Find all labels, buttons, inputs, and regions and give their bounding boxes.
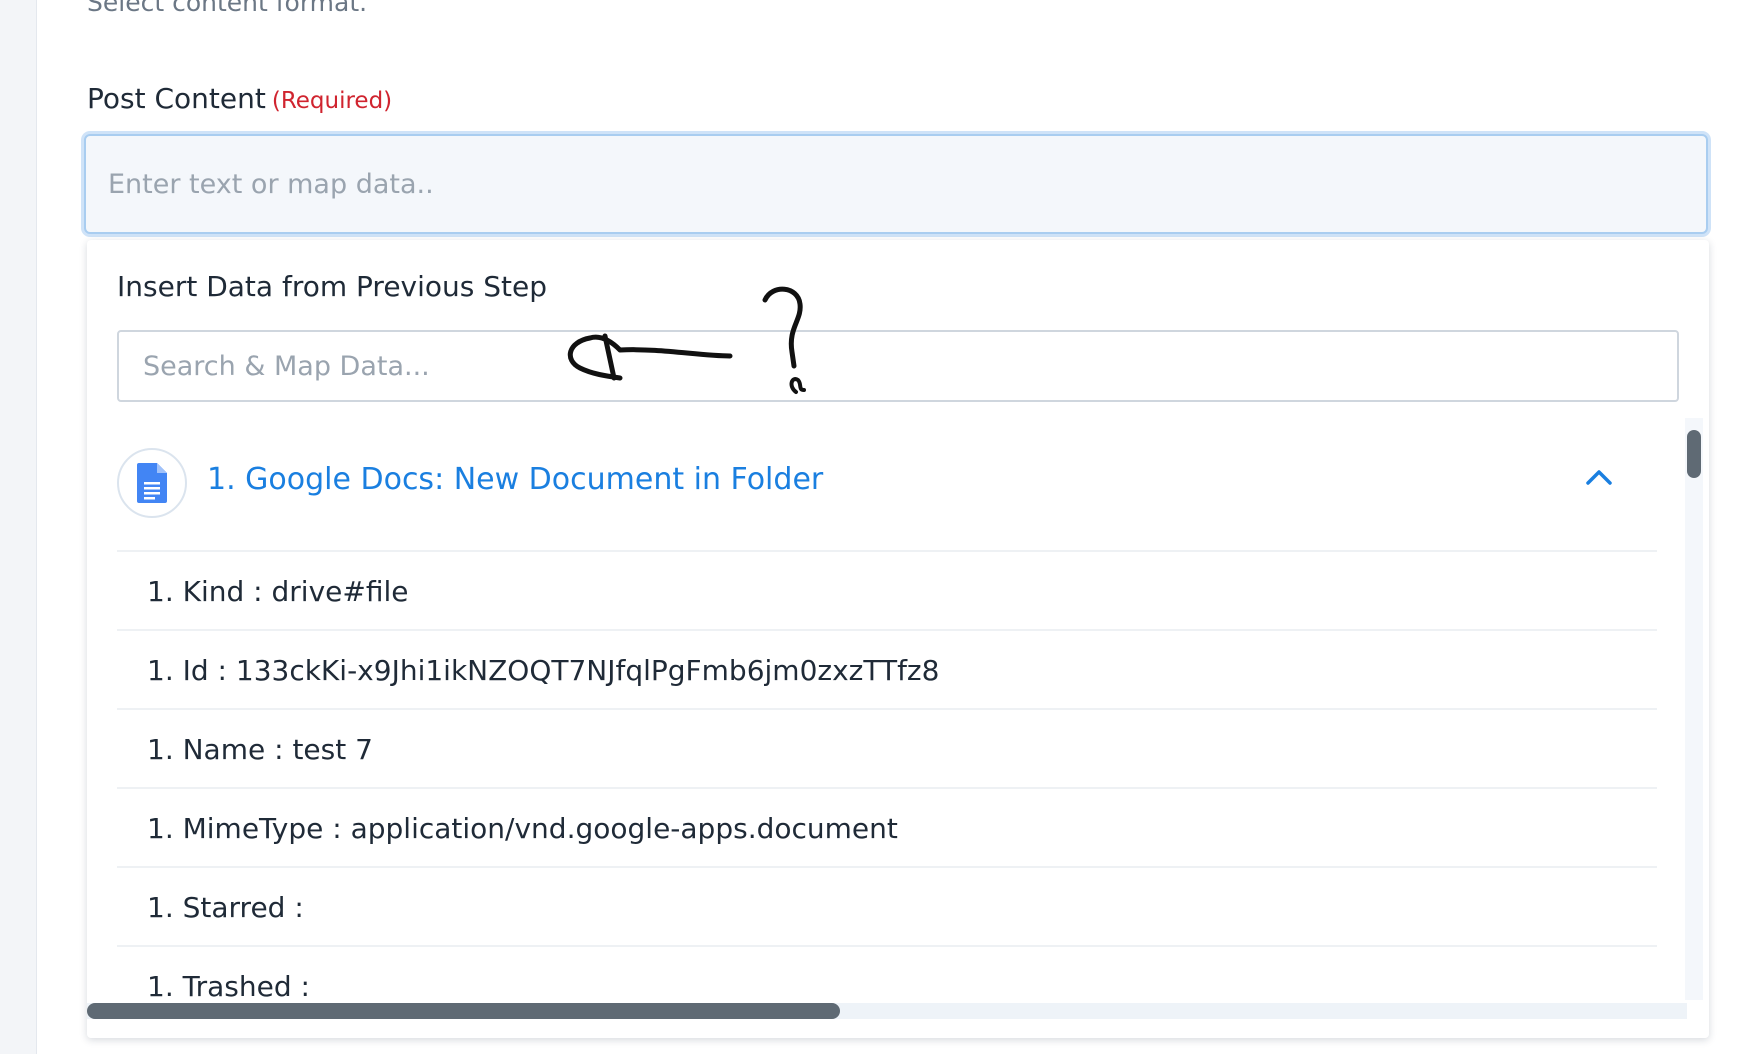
horizontal-scrollbar-thumb[interactable]: [87, 1003, 840, 1019]
required-indicator: (Required): [271, 88, 393, 114]
data-field-item[interactable]: 1. MimeType : application/vnd.google-app…: [117, 789, 1657, 868]
post-content-label: Post Content (Required): [87, 82, 392, 115]
data-list-scroll-area: 1. Google Docs: New Document in Folder 1…: [117, 418, 1657, 1000]
data-field-item[interactable]: 1. Id : 133ckKi-x9Jhi1ikNZOQT7NJfqlPgFmb…: [117, 631, 1657, 710]
left-rail: [0, 0, 37, 1054]
post-content-input[interactable]: [84, 134, 1708, 234]
insert-data-dropdown: Insert Data from Previous Step 1. Google…: [87, 240, 1709, 1038]
data-field-list: 1. Kind : drive#file 1. Id : 133ckKi-x9J…: [117, 552, 1657, 1000]
data-group-header[interactable]: 1. Google Docs: New Document in Folder: [117, 418, 1657, 552]
page: Select content format. Post Content (Requ…: [0, 0, 1752, 1054]
google-docs-icon: [117, 448, 187, 518]
data-field-item[interactable]: 1. Starred :: [117, 868, 1657, 947]
vertical-scrollbar[interactable]: [1685, 418, 1703, 1000]
map-data-search-input[interactable]: [117, 330, 1679, 402]
insert-data-title: Insert Data from Previous Step: [117, 270, 548, 303]
data-field-item[interactable]: 1. Kind : drive#file: [117, 552, 1657, 631]
horizontal-scrollbar[interactable]: [87, 1003, 1687, 1019]
chevron-up-icon[interactable]: [1585, 468, 1613, 486]
data-field-item[interactable]: 1. Trashed :: [117, 947, 1657, 1000]
vertical-scrollbar-thumb[interactable]: [1687, 430, 1701, 478]
content-format-hint: Select content format.: [87, 0, 368, 17]
data-field-item[interactable]: 1. Name : test 7: [117, 710, 1657, 789]
data-group-title: 1. Google Docs: New Document in Folder: [207, 462, 824, 497]
post-content-label-text: Post Content: [87, 82, 266, 115]
